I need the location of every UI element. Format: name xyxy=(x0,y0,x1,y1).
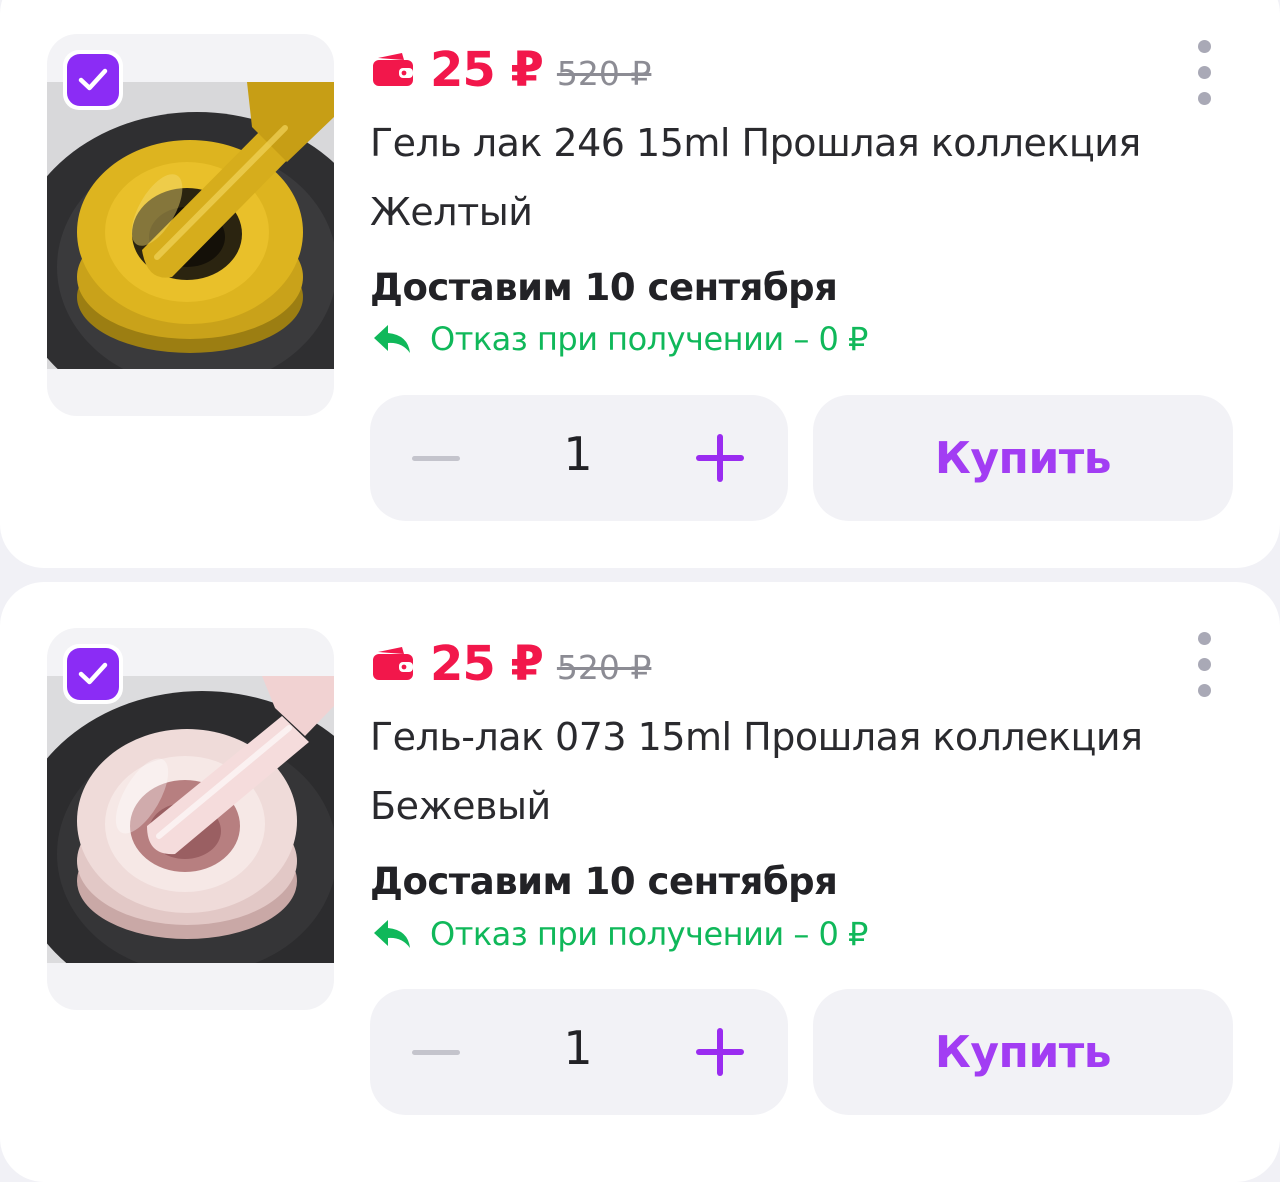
product-image[interactable] xyxy=(47,34,334,416)
checkmark-icon xyxy=(78,662,108,685)
quantity-stepper: 1 xyxy=(370,395,788,521)
price-row: 25 ₽ 520 ₽ xyxy=(372,40,651,100)
product-title[interactable]: Гель лак 246 15ml Прошлая коллекция Желт… xyxy=(370,109,1190,247)
increase-quantity-button[interactable] xyxy=(684,423,756,493)
quantity-value: 1 xyxy=(563,1021,593,1075)
beige-gel-polish-jar-icon xyxy=(47,676,334,963)
old-price: 520 ₽ xyxy=(556,647,652,687)
refusal-info: Отказ при получении – 0 ₽ xyxy=(372,320,868,358)
increase-quantity-button[interactable] xyxy=(684,1017,756,1087)
select-checkbox[interactable] xyxy=(63,644,123,704)
checkmark-icon xyxy=(78,68,108,91)
decrease-quantity-button[interactable] xyxy=(400,1017,472,1087)
yellow-gel-polish-jar-icon xyxy=(47,82,334,369)
quantity-value: 1 xyxy=(563,427,593,481)
return-arrow-icon xyxy=(374,325,410,353)
buy-button[interactable]: Купить xyxy=(813,395,1233,521)
old-price: 520 ₽ xyxy=(556,53,652,93)
delivery-date: Доставим 10 сентября xyxy=(370,860,838,903)
refusal-text: Отказ при получении – 0 ₽ xyxy=(430,320,868,358)
price-row: 25 ₽ 520 ₽ xyxy=(372,634,651,694)
current-price: 25 ₽ xyxy=(430,42,544,98)
refusal-info: Отказ при получении – 0 ₽ xyxy=(372,915,868,953)
quantity-stepper: 1 xyxy=(370,989,788,1115)
refusal-text: Отказ при получении – 0 ₽ xyxy=(430,915,868,953)
product-image[interactable] xyxy=(47,628,334,1010)
buy-button[interactable]: Купить xyxy=(813,989,1233,1115)
more-options-icon[interactable] xyxy=(1198,40,1212,105)
product-card: 25 ₽ 520 ₽ Гель-лак 073 15ml Прошлая кол… xyxy=(0,582,1280,1182)
wallet-icon xyxy=(373,647,413,680)
return-arrow-icon xyxy=(374,920,410,948)
select-checkbox[interactable] xyxy=(63,50,123,110)
wallet-icon xyxy=(373,53,413,86)
more-options-icon[interactable] xyxy=(1198,632,1212,697)
current-price: 25 ₽ xyxy=(430,636,544,692)
delivery-date: Доставим 10 сентября xyxy=(370,266,838,309)
product-card: 25 ₽ 520 ₽ Гель лак 246 15ml Прошлая кол… xyxy=(0,0,1280,568)
decrease-quantity-button[interactable] xyxy=(400,423,472,493)
product-title[interactable]: Гель-лак 073 15ml Прошлая коллекция Беже… xyxy=(370,703,1190,841)
